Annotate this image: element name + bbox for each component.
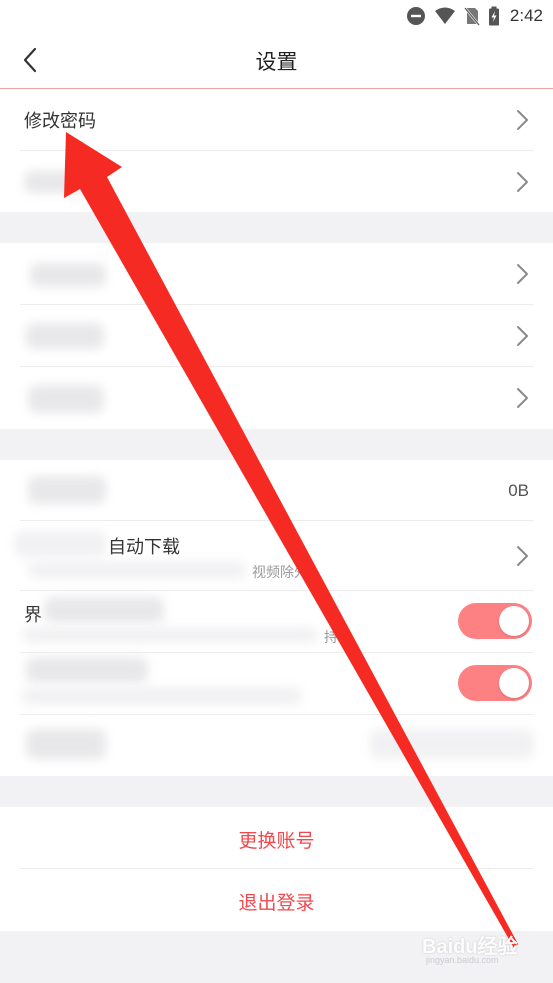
chevron-left-icon	[23, 47, 37, 73]
settings-group-3: 0B 自动下载 视频除外 界 持	[0, 460, 553, 776]
blurred-label	[28, 476, 106, 504]
blurred-label	[24, 171, 104, 193]
auto-download-label: 自动下载	[108, 537, 180, 558]
nav-bar: 设置	[0, 32, 553, 89]
settings-group-account: 修改密码	[0, 89, 553, 212]
settings-row-4[interactable]	[20, 305, 533, 367]
settings-row-2[interactable]	[20, 151, 533, 212]
blurred-label	[26, 729, 106, 759]
change-password-label: 修改密码	[24, 111, 96, 132]
blurred-subtitle	[22, 687, 302, 705]
settings-group-2	[0, 243, 553, 429]
blurred-label	[14, 531, 106, 557]
wifi-icon	[434, 7, 455, 24]
blurred-label	[26, 657, 148, 683]
blurred-subtitle	[22, 627, 318, 643]
settings-row-5[interactable]	[20, 367, 533, 429]
cache-size-value: 0B	[508, 481, 529, 500]
chevron-right-icon	[517, 388, 528, 408]
change-password-row[interactable]: 修改密码	[20, 89, 533, 151]
do-not-disturb-icon	[406, 7, 425, 25]
auto-download-subtitle: 视频除外	[252, 565, 308, 581]
page-title: 设置	[255, 50, 298, 74]
toggle-switch-1[interactable]	[458, 603, 532, 639]
back-button[interactable]	[14, 44, 46, 76]
auto-download-row[interactable]: 自动下载 视频除外	[14, 521, 533, 591]
chevron-right-icon	[517, 172, 528, 192]
account-actions: 更换账号 退出登录	[0, 807, 553, 931]
logout-button[interactable]: 退出登录	[20, 869, 533, 931]
blurred-label	[28, 385, 104, 413]
settings-row-3[interactable]	[20, 243, 533, 305]
settings-row-last[interactable]	[20, 715, 534, 776]
setting-subtitle-a: 持	[324, 630, 338, 646]
watermark-url: jingyan.baidu.com	[426, 955, 499, 965]
chevron-right-icon	[517, 326, 528, 346]
chevron-right-icon	[517, 264, 528, 284]
blurred-subtitle	[28, 561, 246, 579]
logout-label: 退出登录	[238, 892, 315, 914]
clear-cache-row[interactable]: 0B	[20, 460, 533, 521]
blurred-value	[370, 729, 534, 759]
status-icons: 2:42	[406, 4, 543, 28]
watermark: Baidu经验 jingyan.baidu.com	[422, 928, 547, 970]
blurred-label	[44, 597, 164, 623]
setting-toggle-row-2[interactable]	[20, 653, 533, 715]
status-bar: 2:42	[0, 0, 553, 32]
blurred-label	[30, 263, 106, 287]
toggle-switch-2[interactable]	[458, 665, 532, 701]
setting-toggle-row-1[interactable]: 界 持	[20, 591, 533, 653]
chevron-right-icon	[517, 546, 528, 566]
switch-account-button[interactable]: 更换账号	[20, 807, 533, 869]
blurred-label	[26, 323, 104, 349]
chevron-right-icon	[517, 110, 528, 130]
status-time: 2:42	[509, 6, 543, 25]
setting-label-a: 界	[24, 605, 42, 626]
battery-charging-icon	[488, 6, 499, 26]
switch-account-label: 更换账号	[238, 830, 315, 852]
toggle-knob	[499, 668, 529, 698]
toggle-knob	[499, 606, 529, 636]
no-sim-icon	[463, 7, 480, 26]
